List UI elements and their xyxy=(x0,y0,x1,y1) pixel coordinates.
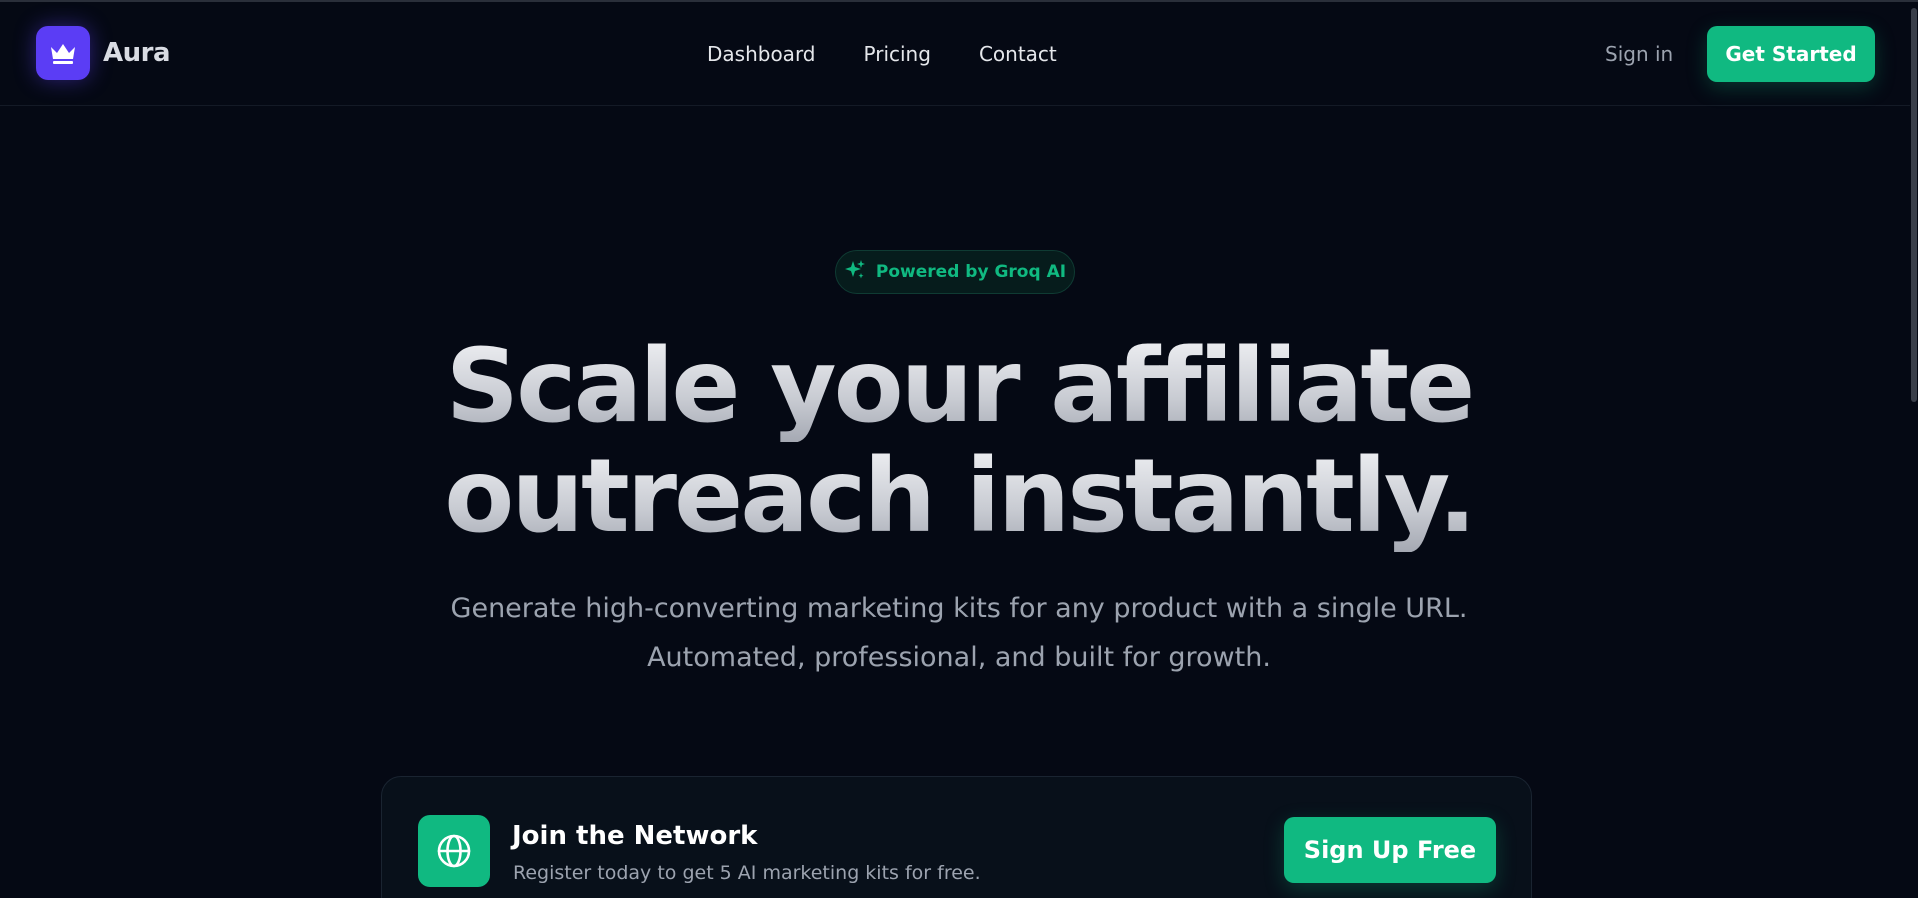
globe-icon xyxy=(418,815,490,887)
scrollbar-thumb[interactable] xyxy=(1911,8,1917,402)
hero-headline-line-2: outreach instantly. xyxy=(0,442,1918,552)
badge-label: Powered by Groq AI xyxy=(875,262,1067,282)
page-scrollbar[interactable] xyxy=(1910,2,1918,898)
sparkles-icon xyxy=(844,259,866,286)
hero-subtitle: Generate high-converting marketing kits … xyxy=(0,584,1918,682)
get-started-button[interactable]: Get Started xyxy=(1707,26,1875,82)
landing-page: Aura Dashboard Pricing Contact Sign in G… xyxy=(0,0,1918,898)
nav-link-dashboard[interactable]: Dashboard xyxy=(707,42,816,66)
sign-in-link[interactable]: Sign in xyxy=(1605,42,1673,66)
hero-subtitle-line-1: Generate high-converting marketing kits … xyxy=(450,593,1468,624)
nav-link-contact[interactable]: Contact xyxy=(979,42,1057,66)
crown-icon xyxy=(36,26,90,80)
main-nav: Dashboard Pricing Contact xyxy=(707,42,1057,66)
powered-by-badge: Powered by Groq AI xyxy=(835,250,1075,294)
hero-headline-line-1: Scale your affiliate xyxy=(0,332,1918,442)
top-navbar: Aura Dashboard Pricing Contact Sign in G… xyxy=(0,2,1918,106)
brand-name: Aura xyxy=(103,38,171,68)
brand-home-link[interactable]: Aura xyxy=(36,26,171,80)
hero-subtitle-line-2: Automated, professional, and built for g… xyxy=(647,642,1271,673)
hero-headline: Scale your affiliate outreach instantly. xyxy=(0,332,1918,552)
sign-up-free-button[interactable]: Sign Up Free xyxy=(1284,817,1496,883)
card-description: Register today to get 5 AI marketing kit… xyxy=(513,862,981,884)
nav-link-pricing[interactable]: Pricing xyxy=(864,42,931,66)
card-title: Join the Network xyxy=(512,821,758,851)
join-network-card: Join the Network Register today to get 5… xyxy=(381,776,1532,898)
